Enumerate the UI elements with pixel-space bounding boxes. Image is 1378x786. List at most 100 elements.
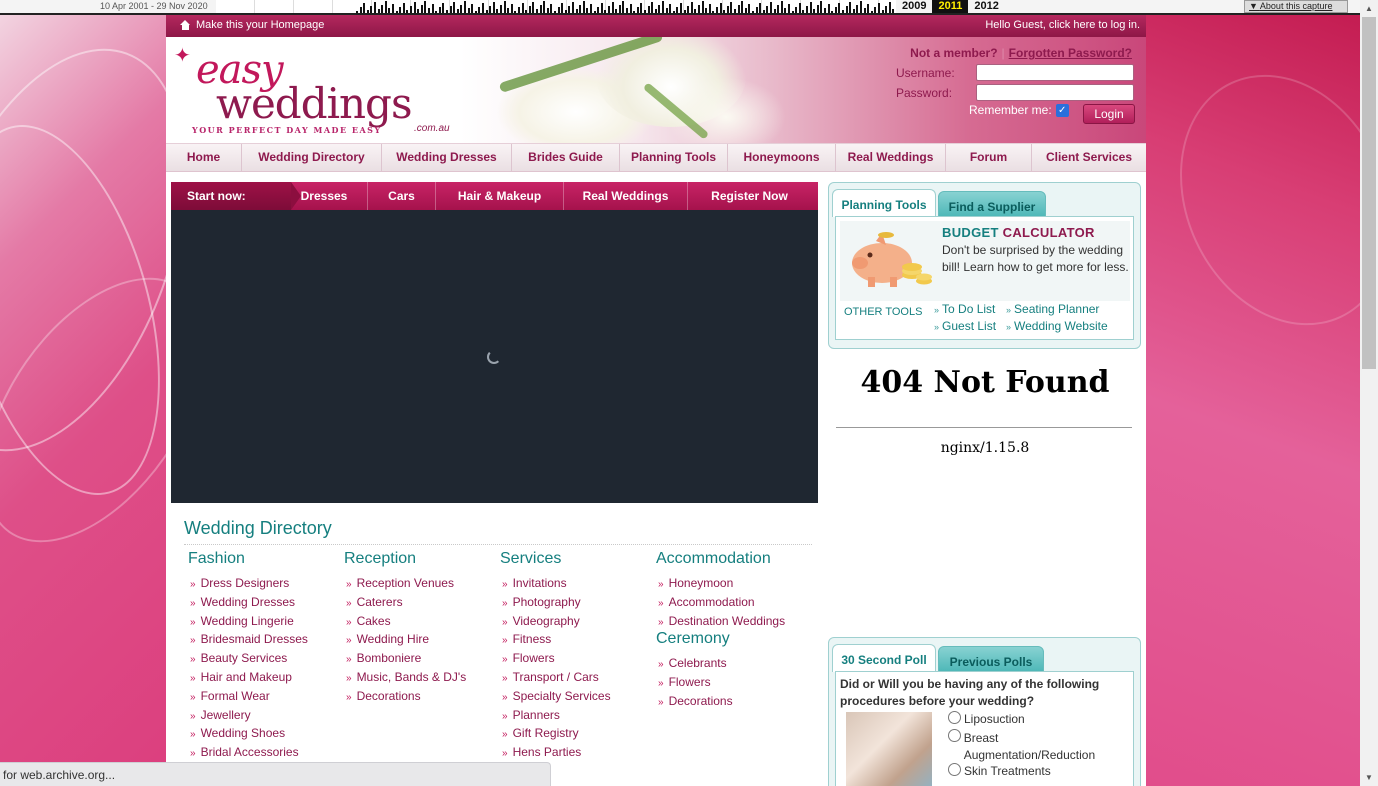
directory-link[interactable]: » Beauty Services [188, 649, 338, 668]
capture-mark [680, 3, 682, 13]
radio-button[interactable] [948, 711, 961, 724]
directory-link[interactable]: » Flowers [656, 673, 816, 692]
tab-planning-tools[interactable]: Planning Tools [832, 189, 936, 217]
directory-link[interactable]: » Jewellery [188, 706, 338, 725]
nav-real-weddings[interactable]: Real Weddings [836, 144, 946, 171]
directory-link[interactable]: » Specialty Services [500, 687, 650, 706]
scroll-thumb[interactable] [1362, 17, 1376, 369]
directory-heading[interactable]: Accommodation [656, 550, 816, 570]
directory-link[interactable]: » Invitations [500, 574, 650, 593]
directory-link[interactable]: » Music, Bands & DJ's [344, 668, 494, 687]
directory-column-accommodation: Accommodation » Honeymoon » Accommodation » D… [656, 550, 816, 711]
radio-button[interactable] [948, 763, 961, 776]
make-homepage-link[interactable]: Make this your Homepage [180, 15, 324, 35]
capture-mark [888, 2, 891, 13]
nav-home[interactable]: Home [166, 144, 242, 171]
tab-previous-polls[interactable]: Previous Polls [938, 646, 1044, 672]
wayback-year[interactable]: 2009 [896, 0, 932, 13]
chevron-right-icon: » [658, 659, 664, 671]
directory-link[interactable]: » Bridal Accessories [188, 743, 338, 762]
capture-mark [539, 5, 542, 13]
directory-link[interactable]: » Dress Designers [188, 574, 338, 593]
start-link-hair-makeup[interactable]: Hair & Makeup [435, 182, 563, 210]
start-link-dresses[interactable]: Dresses [281, 182, 367, 210]
capture-mark [546, 8, 549, 13]
directory-link[interactable]: » Fitness [500, 630, 650, 649]
login-button[interactable]: Login [1083, 104, 1135, 124]
capture-mark [870, 11, 873, 13]
directory-link[interactable]: » Formal Wear [188, 687, 338, 706]
nav-wedding-directory[interactable]: Wedding Directory [242, 144, 382, 171]
directory-link[interactable]: » Wedding Lingerie [188, 612, 338, 631]
poll-option-liposuction[interactable]: Liposuction [948, 711, 1025, 726]
directory-link[interactable]: » Decorations [656, 692, 816, 711]
poll-option-skin[interactable]: Skin Treatments [948, 763, 1051, 778]
forgotten-password-link[interactable]: Forgotten Password? [1009, 46, 1132, 60]
tool-link-guest-list[interactable]: » Guest List [934, 319, 996, 333]
wayback-year-current[interactable]: 2011 [932, 0, 969, 13]
remember-me-checkbox[interactable]: ✓ [1055, 103, 1069, 117]
about-capture-button[interactable]: ▼ About this capture [1244, 0, 1348, 13]
directory-link[interactable]: » Wedding Shoes [188, 724, 338, 743]
login-prompt-link[interactable]: Hello Guest, click here to log in. [985, 15, 1140, 35]
directory-heading[interactable]: Fashion [188, 550, 338, 570]
radio-button[interactable] [948, 729, 961, 742]
directory-link[interactable]: » Planners [500, 706, 650, 725]
directory-link[interactable]: » Decorations [344, 687, 494, 706]
chevron-right-icon: » [190, 748, 196, 760]
capture-mark [593, 11, 596, 13]
directory-link[interactable]: » Wedding Hire [344, 630, 494, 649]
directory-link[interactable]: » Accommodation [656, 593, 816, 612]
directory-link-label: Planners [512, 707, 560, 722]
directory-link[interactable]: » Wedding Dresses [188, 593, 338, 612]
directory-link[interactable]: » Reception Venues [344, 574, 494, 593]
nav-honeymoons[interactable]: Honeymoons [728, 144, 836, 171]
tab-find-a-supplier[interactable]: Find a Supplier [938, 191, 1046, 217]
directory-link[interactable]: » Photography [500, 593, 650, 612]
chevron-right-icon: » [190, 672, 196, 684]
scroll-down-arrow-icon[interactable]: ▼ [1360, 769, 1378, 786]
directory-link[interactable]: » Transport / Cars [500, 668, 650, 687]
page-scrollbar[interactable]: ▲ ▼ [1360, 0, 1378, 786]
poll-option-breast[interactable]: Breast Augmentation/Reduction [948, 729, 1128, 764]
directory-link[interactable]: » Hens Parties [500, 743, 650, 762]
site-logo[interactable]: ✦ easy weddings YOUR PERFECT DAY MADE EA… [174, 43, 464, 135]
username-input[interactable] [976, 64, 1134, 81]
nav-brides-guide[interactable]: Brides Guide [512, 144, 620, 171]
directory-link[interactable]: » Honeymoon [656, 574, 816, 593]
nav-client-services[interactable]: Client Services [1032, 144, 1146, 171]
directory-heading[interactable]: Services [500, 550, 650, 570]
directory-link[interactable]: » Videography [500, 612, 650, 631]
directory-link[interactable]: » Bridesmaid Dresses [188, 630, 338, 649]
directory-link[interactable]: » Destination Weddings [656, 612, 816, 631]
budget-calculator-promo[interactable]: BUDGET CALCULATOR Don't be surprised by … [840, 221, 1130, 301]
directory-heading[interactable]: Reception [344, 550, 494, 570]
tool-link-seating-planner[interactable]: » Seating Planner [1006, 302, 1099, 316]
directory-link[interactable]: » Hair and Makeup [188, 668, 338, 687]
tool-link-wedding-website[interactable]: » Wedding Website [1006, 319, 1108, 333]
password-input[interactable] [976, 84, 1134, 101]
nav-planning-tools[interactable]: Planning Tools [620, 144, 728, 171]
directory-link[interactable]: » Gift Registry [500, 724, 650, 743]
not-member-link[interactable]: Not a member? [910, 46, 997, 60]
directory-link[interactable]: » Caterers [344, 593, 494, 612]
nav-wedding-dresses[interactable]: Wedding Dresses [382, 144, 512, 171]
wayback-sparkline[interactable] [216, 0, 896, 13]
start-link-cars[interactable]: Cars [367, 182, 435, 210]
directory-link[interactable]: » Flowers [500, 649, 650, 668]
video-player[interactable] [171, 210, 818, 503]
scroll-up-arrow-icon[interactable]: ▲ [1360, 0, 1378, 17]
budget-calculator-title[interactable]: BUDGET CALCULATOR [942, 225, 1095, 240]
start-link-real-weddings[interactable]: Real Weddings [563, 182, 687, 210]
directory-heading-ceremony[interactable]: Ceremony [656, 630, 816, 650]
nav-forum[interactable]: Forum [946, 144, 1032, 171]
tab-30-second-poll[interactable]: 30 Second Poll [832, 644, 936, 672]
chevron-right-icon: » [502, 710, 508, 722]
wayback-year[interactable]: 2012 [968, 0, 1004, 13]
directory-link[interactable]: » Celebrants [656, 654, 816, 673]
start-link-register-now[interactable]: Register Now [687, 182, 811, 210]
directory-link[interactable]: » Cakes [344, 612, 494, 631]
tool-link-to-do-list[interactable]: » To Do List [934, 302, 995, 316]
directory-link[interactable]: » Bomboniere [344, 649, 494, 668]
capture-mark [690, 2, 693, 13]
